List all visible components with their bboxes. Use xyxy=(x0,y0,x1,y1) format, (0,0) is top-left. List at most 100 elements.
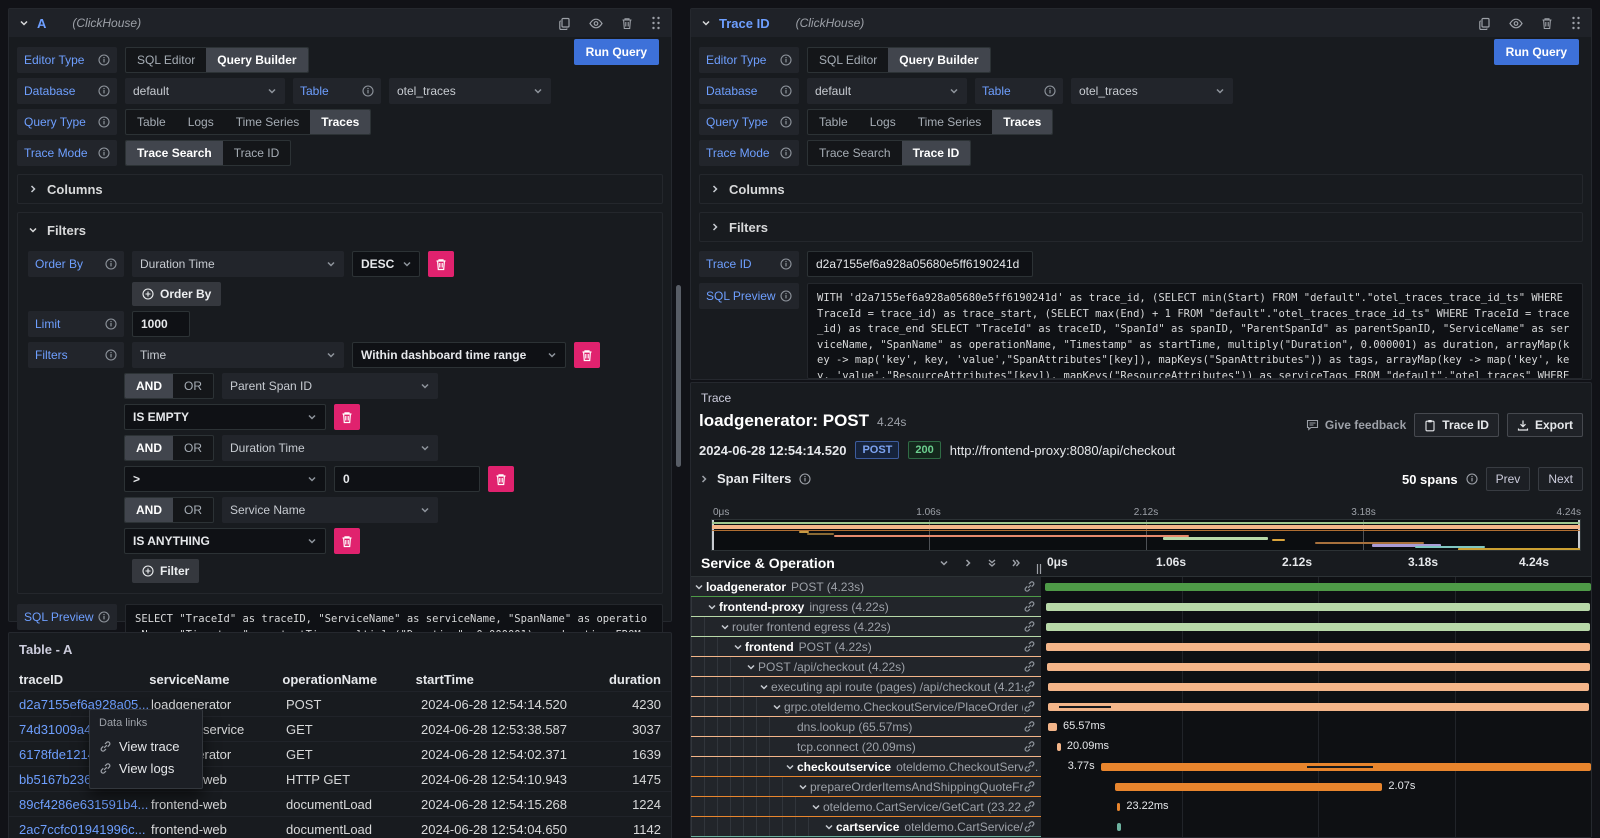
span-link-icon[interactable] xyxy=(1023,620,1036,633)
collapse-query-icon[interactable] xyxy=(701,18,711,28)
run-query-button[interactable]: Run Query xyxy=(574,39,659,65)
span-row[interactable]: POST /api/checkout (4.22s) xyxy=(691,657,1591,677)
span-timeline-cell[interactable] xyxy=(1045,597,1591,617)
option-time-series[interactable]: Time Series xyxy=(907,110,993,134)
filter-field-select[interactable]: Duration Time xyxy=(222,435,438,461)
chevron-down-icon[interactable] xyxy=(746,662,756,672)
collapse-all-icon[interactable] xyxy=(987,558,997,568)
query-header-traceid[interactable]: Trace ID (ClickHouse) xyxy=(691,9,1591,37)
run-query-button[interactable]: Run Query xyxy=(1494,39,1579,65)
span-timeline-cell[interactable]: 3.77s xyxy=(1045,757,1591,777)
duplicate-query-icon[interactable] xyxy=(1478,17,1491,30)
span-row[interactable]: oteldemo.CartService/GetCart (23.22ms)23… xyxy=(691,797,1591,817)
table-select[interactable]: otel_traces xyxy=(389,78,551,104)
span-name-cell[interactable]: router frontend egress (4.22s) xyxy=(691,617,1041,637)
expand-all-icon[interactable] xyxy=(1011,558,1021,568)
span-row[interactable]: executing api route (pages) /api/checkou… xyxy=(691,677,1591,697)
span-name-cell[interactable]: checkoutserviceoteldemo.CheckoutService/… xyxy=(691,757,1041,777)
expand-one-icon[interactable] xyxy=(963,558,973,568)
columns-section-toggle[interactable]: Columns xyxy=(17,174,663,204)
collapse-query-icon[interactable] xyxy=(19,18,29,28)
remove-order-by-button[interactable] xyxy=(428,251,454,277)
data-link-view-trace[interactable]: View trace xyxy=(99,735,193,757)
option-or[interactable]: OR xyxy=(173,374,213,398)
span-name-cell[interactable]: tcp.connect (20.09ms) xyxy=(691,737,1041,757)
minimap-canvas[interactable] xyxy=(711,519,1581,551)
col-starttime[interactable]: startTime xyxy=(416,672,609,687)
remove-filter-button[interactable] xyxy=(488,466,514,492)
span-name-cell[interactable]: cartserviceoteldemo.CartService/GetCart xyxy=(691,817,1041,837)
option-trace-search[interactable]: Trace Search xyxy=(126,141,223,165)
span-link-icon[interactable] xyxy=(1023,760,1036,773)
span-bar[interactable] xyxy=(1046,643,1590,651)
span-link-icon[interactable] xyxy=(1023,740,1036,753)
option-traces[interactable]: Traces xyxy=(992,110,1052,134)
trace-id-link[interactable]: 2ac7ccfc01941996c... xyxy=(19,822,151,837)
table-row[interactable]: 2ac7ccfc01941996c...frontend-webdocument… xyxy=(9,816,671,838)
collapse-one-icon[interactable] xyxy=(939,558,949,568)
remove-filter-button[interactable] xyxy=(334,528,360,554)
span-name-cell[interactable]: prepareOrderItemsAndShippingQuoteFromCar… xyxy=(691,777,1041,797)
option-or[interactable]: OR xyxy=(173,436,213,460)
option-logs[interactable]: Logs xyxy=(177,110,225,134)
span-link-icon[interactable] xyxy=(1023,580,1036,593)
add-filter-button[interactable]: Filter xyxy=(132,559,199,583)
filters-section-toggle[interactable]: Filters xyxy=(28,217,652,243)
chevron-down-icon[interactable] xyxy=(733,642,743,652)
span-link-icon[interactable] xyxy=(1023,640,1036,653)
span-link-icon[interactable] xyxy=(1023,820,1036,833)
option-trace-id[interactable]: Trace ID xyxy=(223,141,291,165)
span-row[interactable]: cartserviceoteldemo.CartService/GetCart xyxy=(691,817,1591,837)
option-sql-editor[interactable]: SQL Editor xyxy=(808,48,888,72)
span-filters-toggle[interactable]: Span Filters xyxy=(699,471,811,486)
span-bar[interactable] xyxy=(1046,603,1591,611)
next-span-button[interactable]: Next xyxy=(1538,467,1583,491)
span-timeline-cell[interactable]: 20.09ms xyxy=(1045,737,1591,757)
span-link-icon[interactable] xyxy=(1023,700,1036,713)
span-bar[interactable] xyxy=(1045,583,1591,591)
chevron-down-icon[interactable] xyxy=(785,762,795,772)
columns-section-toggle[interactable]: Columns xyxy=(699,174,1583,204)
table-select[interactable]: otel_traces xyxy=(1071,78,1233,104)
option-sql-editor[interactable]: SQL Editor xyxy=(126,48,206,72)
span-timeline-cell[interactable] xyxy=(1045,677,1591,697)
filter-field-select[interactable]: Service Name xyxy=(222,497,438,523)
filter-operator-select[interactable]: > xyxy=(124,466,326,492)
add-order-by-button[interactable]: Order By xyxy=(132,282,221,306)
span-row[interactable]: grpc.oteldemo.CheckoutService/PlaceOrder… xyxy=(691,697,1591,717)
remove-filter-button[interactable] xyxy=(334,404,360,430)
option-logs[interactable]: Logs xyxy=(859,110,907,134)
col-servicename[interactable]: serviceName xyxy=(149,672,282,687)
chevron-down-icon[interactable] xyxy=(694,582,704,592)
span-bar[interactable] xyxy=(1117,823,1121,831)
delete-query-icon[interactable] xyxy=(621,17,633,30)
span-bar[interactable] xyxy=(1048,703,1589,711)
span-name-cell[interactable]: frontendPOST (4.22s) xyxy=(691,637,1041,657)
trace-id-button[interactable]: Trace ID xyxy=(1414,413,1499,437)
chevron-down-icon[interactable] xyxy=(720,622,730,632)
span-link-icon[interactable] xyxy=(1023,720,1036,733)
span-name-cell[interactable]: loadgeneratorPOST (4.23s) xyxy=(691,577,1041,597)
filter-operator-select[interactable]: IS ANYTHING xyxy=(124,528,326,554)
option-query-builder[interactable]: Query Builder xyxy=(206,48,307,72)
span-timeline-cell[interactable] xyxy=(1045,817,1591,837)
remove-filter-button[interactable] xyxy=(574,342,600,368)
option-trace-id[interactable]: Trace ID xyxy=(902,141,971,165)
span-name-cell[interactable]: POST /api/checkout (4.22s) xyxy=(691,657,1041,677)
chevron-down-icon[interactable] xyxy=(759,682,769,692)
limit-input[interactable]: 1000 xyxy=(132,311,190,337)
chevron-down-icon[interactable] xyxy=(772,702,782,712)
database-select[interactable]: default xyxy=(125,78,285,104)
span-row[interactable]: router frontend egress (4.22s) xyxy=(691,617,1591,637)
chevron-down-icon[interactable] xyxy=(824,822,834,832)
order-by-field-select[interactable]: Duration Time xyxy=(132,251,344,277)
filters-section-toggle[interactable]: Filters xyxy=(699,212,1583,242)
scrollbar-thumb[interactable] xyxy=(676,285,681,467)
prev-span-button[interactable]: Prev xyxy=(1486,467,1531,491)
span-row[interactable]: frontend-proxyingress (4.22s) xyxy=(691,597,1591,617)
drag-handle-icon[interactable] xyxy=(1571,16,1581,30)
filter-time-value-select[interactable]: Within dashboard time range xyxy=(352,342,566,368)
give-feedback-button[interactable]: Give feedback xyxy=(1306,418,1406,432)
span-timeline-cell[interactable] xyxy=(1045,657,1591,677)
option-and[interactable]: AND xyxy=(125,498,173,522)
